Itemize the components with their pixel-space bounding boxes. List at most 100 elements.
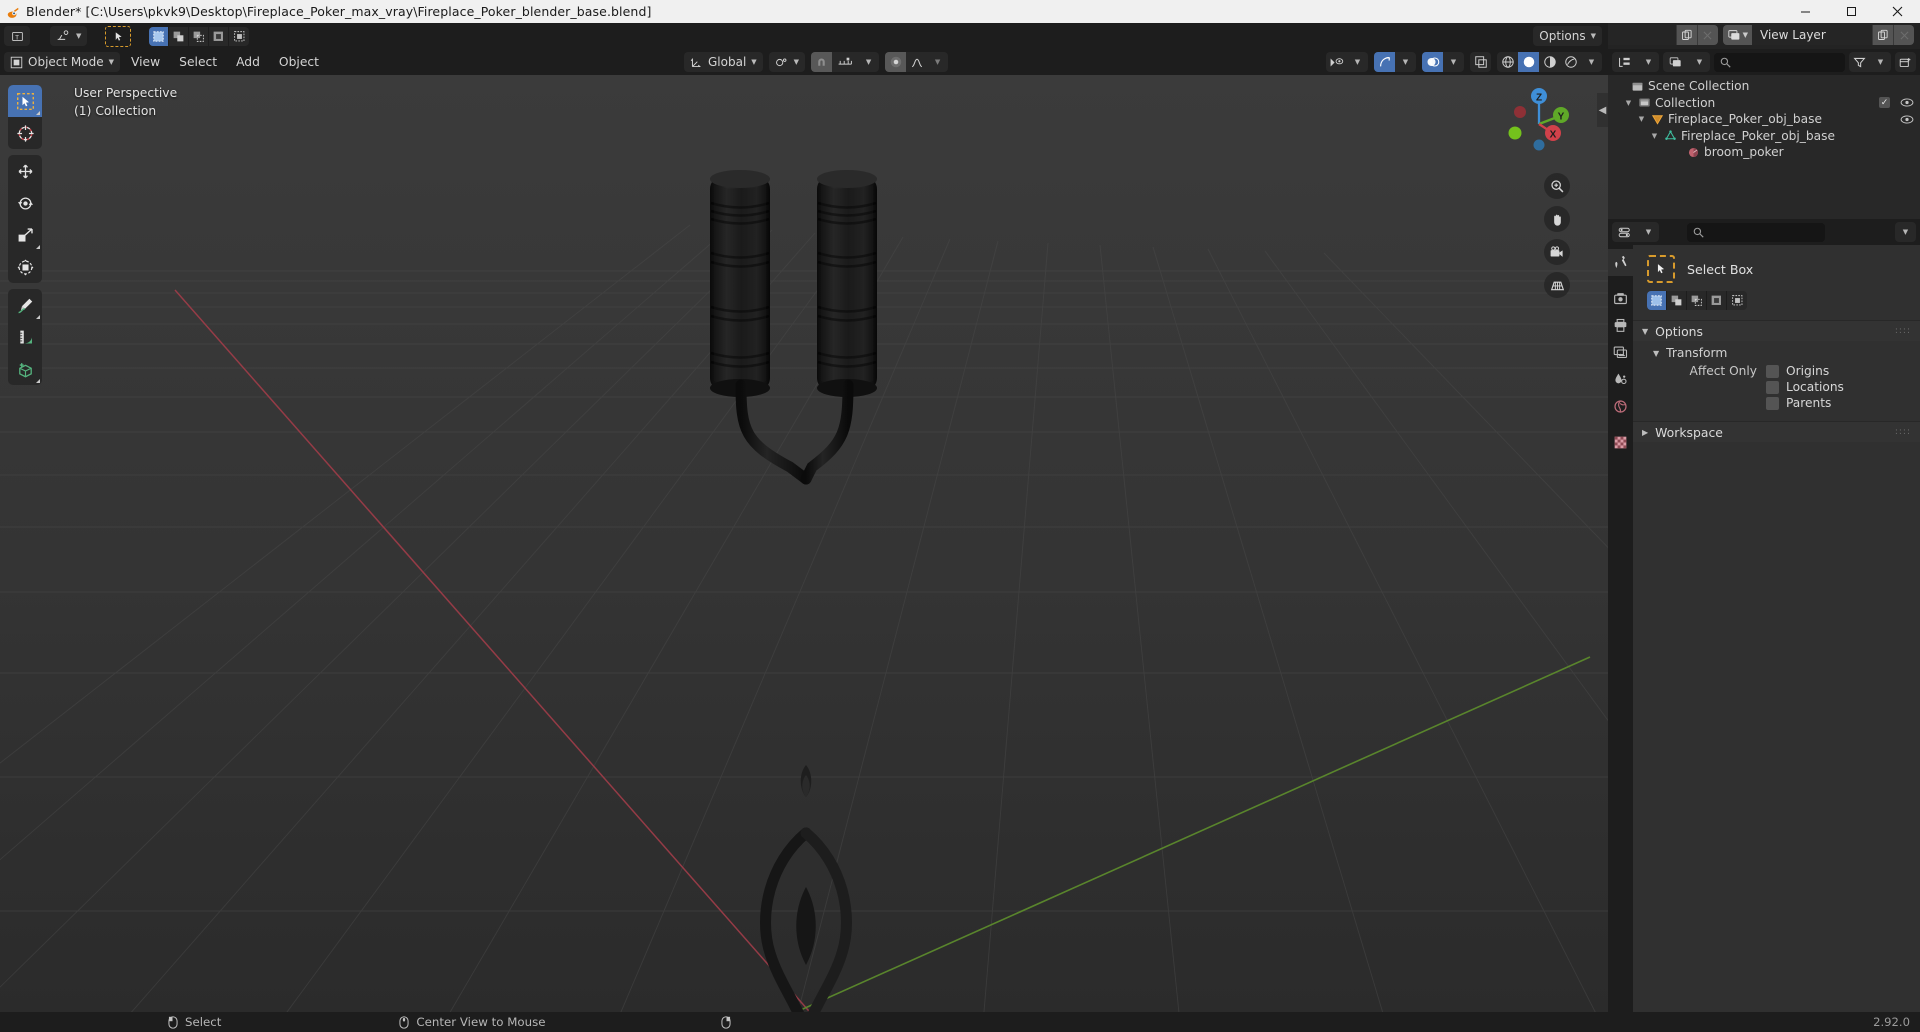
magnet-icon[interactable]	[811, 52, 833, 72]
panel-header-options[interactable]: ▼ Options ::::	[1633, 320, 1920, 341]
select-invert-icon[interactable]	[209, 26, 230, 46]
properties-editor-caret[interactable]: ▼	[1638, 222, 1659, 242]
pivot-point-selector[interactable]: ▼	[768, 52, 806, 72]
select-box-cursor-icon[interactable]	[1647, 255, 1675, 283]
select-set-icon[interactable]	[149, 26, 170, 46]
editor-type-selector[interactable]: T	[4, 26, 30, 46]
properties-tab-tool[interactable]	[1608, 249, 1633, 276]
object-types-visibility-icon[interactable]	[1326, 52, 1347, 72]
tool-rotate[interactable]	[8, 187, 42, 219]
tool-transform[interactable]	[8, 251, 42, 283]
new-scene-button[interactable]	[1675, 25, 1697, 45]
select-invert-icon[interactable]	[1707, 291, 1727, 310]
outliner-display-caret[interactable]: ▼	[1638, 52, 1659, 72]
unlink-view-layer-button[interactable]	[1893, 25, 1914, 45]
smooth-falloff-icon[interactable]	[906, 52, 927, 72]
wireframe-icon[interactable]	[1497, 52, 1518, 72]
section-disclosure-arrow[interactable]: ▼	[1653, 349, 1659, 358]
minimize-button[interactable]	[1782, 0, 1828, 23]
view-layer-icon[interactable]	[1663, 52, 1689, 72]
tool-options-button[interactable]: Options ▼	[1533, 26, 1602, 46]
transform-orientation-selector[interactable]: Global ▼	[684, 52, 763, 72]
viewport-menu-object[interactable]: Object	[271, 52, 327, 72]
outliner-row-material[interactable]: broom_poker	[1608, 144, 1920, 161]
tool-settings-brush-selector[interactable]: ▼	[50, 26, 88, 46]
outliner-row-object[interactable]: ▼ Fireplace_Poker_obj_base	[1608, 111, 1920, 128]
close-button[interactable]	[1874, 0, 1920, 23]
xray-toggle-icon[interactable]	[1470, 52, 1491, 72]
camera-icon[interactable]	[1544, 239, 1570, 265]
new-view-layer-button[interactable]	[1872, 25, 1893, 45]
tool-select-box[interactable]	[8, 85, 42, 117]
disclosure-triangle[interactable]: ▼	[1649, 128, 1660, 144]
outliner-filter-caret[interactable]: ▼	[1870, 52, 1891, 72]
solid-icon[interactable]	[1518, 52, 1539, 72]
tool-move[interactable]	[8, 155, 42, 187]
tool-cursor[interactable]	[8, 117, 42, 149]
rendered-icon[interactable]	[1560, 52, 1581, 72]
disclosure-triangle[interactable]	[1616, 78, 1627, 94]
view-layer-icon[interactable]: ▼	[1722, 25, 1752, 45]
gizmo-dropdown-caret[interactable]: ▼	[1395, 52, 1416, 72]
eye-icon[interactable]	[1900, 97, 1914, 108]
properties-editor-type[interactable]: ▼	[1612, 222, 1659, 242]
properties-search-input[interactable]	[1687, 222, 1825, 242]
active-tool-preview[interactable]	[105, 25, 132, 47]
outliner-row-collection[interactable]: ▼ Collection ✓	[1608, 95, 1920, 112]
shading-dropdown-caret[interactable]: ▼	[1581, 52, 1602, 72]
section-header-transform[interactable]: ▼ Transform	[1633, 341, 1920, 363]
view-layer-name[interactable]: View Layer	[1752, 25, 1872, 45]
outliner-row-scene-collection[interactable]: Scene Collection	[1608, 78, 1920, 95]
zoom-icon[interactable]	[1544, 173, 1570, 199]
panel-disclosure-arrow[interactable]: ▶	[1642, 428, 1648, 437]
viewport-sidebar-toggle-icon[interactable]: ◀	[1597, 93, 1608, 127]
properties-tab-texture[interactable]	[1608, 429, 1633, 456]
viewport-menu-view[interactable]: View	[123, 52, 168, 72]
snap-increment-icon[interactable]	[832, 52, 858, 72]
filter-funnel-icon[interactable]	[1849, 52, 1870, 72]
disclosure-triangle[interactable]: ▼	[1636, 111, 1647, 127]
properties-tab-scene[interactable]	[1608, 366, 1633, 393]
view-layer-selector[interactable]: ▼ View Layer	[1722, 25, 1914, 45]
select-subtract-icon[interactable]	[189, 26, 210, 46]
viewport-menu-select[interactable]: Select	[171, 52, 225, 72]
overlays-icon[interactable]	[1422, 52, 1443, 72]
tool-add-cube[interactable]	[8, 353, 42, 385]
tool-scale[interactable]	[8, 219, 42, 251]
viewport-canvas[interactable]: User Perspective (1) Collection Z Y X ◀	[0, 75, 1608, 1012]
outliner-filter-scope[interactable]: ▼	[1663, 52, 1710, 72]
hand-pan-icon[interactable]	[1544, 206, 1570, 232]
outliner-row-mesh-data[interactable]: ▼ Fireplace_Poker_obj_base	[1608, 128, 1920, 145]
falloff-dropdown-caret[interactable]: ▼	[927, 52, 948, 72]
outliner-scope-caret[interactable]: ▼	[1689, 52, 1710, 72]
grid-ortho-icon[interactable]	[1544, 272, 1570, 298]
properties-tab-render[interactable]	[1608, 285, 1633, 312]
outliner-search-input[interactable]	[1714, 52, 1845, 72]
select-extend-icon[interactable]	[1667, 291, 1687, 310]
mode-selector[interactable]: Object Mode ▼	[4, 52, 120, 72]
tool-annotate[interactable]	[8, 289, 42, 321]
collection-checkbox[interactable]: ✓	[1879, 97, 1890, 109]
properties-tab-world[interactable]	[1608, 393, 1633, 420]
eye-icon[interactable]	[1900, 114, 1914, 125]
origins-checkbox[interactable]	[1766, 364, 1779, 378]
material-preview-icon[interactable]	[1539, 52, 1560, 72]
outliner-filter-group[interactable]: ▼	[1849, 52, 1891, 72]
new-collection-icon[interactable]	[1895, 52, 1916, 72]
snap-dropdown-caret[interactable]: ▼	[858, 52, 879, 72]
parents-checkbox[interactable]	[1766, 396, 1779, 410]
disclosure-triangle[interactable]: ▼	[1623, 95, 1634, 111]
maximize-button[interactable]	[1828, 0, 1874, 23]
viewport-menu-add[interactable]: Add	[228, 52, 268, 72]
unlink-scene-button[interactable]	[1696, 25, 1718, 45]
editor-type-3dview-icon[interactable]: T	[4, 26, 30, 46]
select-intersect-icon[interactable]	[1727, 291, 1747, 310]
gizmo-icon[interactable]	[1374, 52, 1395, 72]
panel-disclosure-arrow[interactable]: ▼	[1642, 327, 1648, 336]
properties-tab-view-layer[interactable]	[1608, 339, 1633, 366]
outliner-display-mode-icon[interactable]	[1612, 52, 1638, 72]
visibility-dropdown-caret[interactable]: ▼	[1347, 52, 1368, 72]
panel-header-workspace[interactable]: ▶ Workspace ::::	[1633, 421, 1920, 442]
locations-checkbox[interactable]	[1766, 380, 1779, 394]
chevron-down-icon[interactable]: ▼	[1895, 222, 1916, 242]
